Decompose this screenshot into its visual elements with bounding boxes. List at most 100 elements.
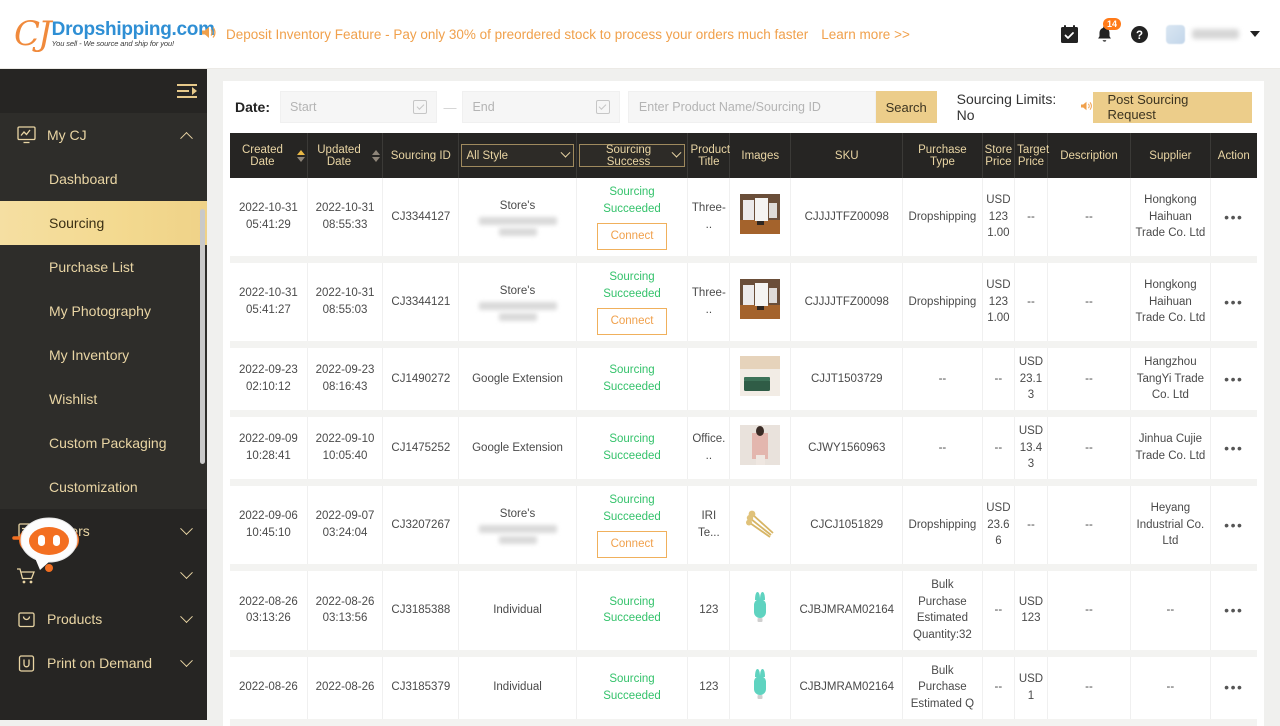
product-thumbnail[interactable] (740, 356, 780, 396)
cell-purchase-type: Bulk Purchase Estimated Quantity:32 (903, 568, 982, 654)
product-thumbnail[interactable] (740, 425, 780, 465)
sidebar-collapse-row (0, 69, 207, 113)
sidebar-group-my-cj[interactable]: My CJ (0, 113, 207, 157)
product-thumbnail[interactable] (740, 194, 780, 234)
table-row[interactable]: 2022-08-262022-08-26CJ3185379IndividualS… (230, 653, 1257, 722)
cell-sourcing-id: CJ1475252 (383, 414, 459, 483)
connect-button[interactable]: Connect (597, 223, 668, 250)
sidebar-group-cart[interactable] (0, 553, 207, 597)
table-row[interactable]: 2022-08-26 03:13:262022-08-26 03:13:56CJ… (230, 568, 1257, 654)
row-actions-button[interactable]: ••• (1224, 209, 1243, 225)
bell-icon[interactable]: 14 (1096, 25, 1113, 44)
sidebar-group-print-on-demand[interactable]: Print on Demand (0, 641, 207, 685)
column-updated-date[interactable]: Updated Date (307, 133, 382, 178)
column-sku: SKU (791, 133, 903, 178)
status-select[interactable]: Sourcing Success (579, 144, 686, 167)
cell-action[interactable]: ••• (1210, 653, 1257, 722)
user-menu[interactable] (1166, 25, 1260, 44)
clipboard-list-icon (16, 521, 36, 541)
chevron-down-icon[interactable] (180, 610, 193, 623)
brand-logo[interactable]: CJ Dropshipping.com You sell - We source… (0, 17, 200, 51)
table-row[interactable]: 2022-09-09 10:28:412022-09-10 10:05:40CJ… (230, 414, 1257, 483)
row-actions-button[interactable]: ••• (1224, 440, 1243, 456)
cell-supplier: Jinhua Cujie Trade Co. Ltd (1131, 414, 1210, 483)
sidebar-item-wishlist[interactable]: Wishlist (0, 377, 207, 421)
row-actions-button[interactable]: ••• (1224, 294, 1243, 310)
sidebar-item-customization[interactable]: Customization (0, 465, 207, 509)
chevron-down-icon[interactable] (180, 566, 193, 579)
cell-updated-date: 2022-08-26 03:13:56 (307, 568, 382, 654)
sidebar-group-label: Products (47, 611, 102, 627)
sidebar-item-my-inventory[interactable]: My Inventory (0, 333, 207, 377)
row-actions-button[interactable]: ••• (1224, 517, 1243, 533)
search-button[interactable]: Search (876, 91, 937, 123)
cell-action[interactable]: ••• (1210, 345, 1257, 414)
sidebar-group-orders[interactable]: Orders (0, 509, 207, 553)
cell-status: Sourcing Succeeded (576, 568, 688, 654)
calendar-check-icon[interactable] (1060, 25, 1079, 44)
sidebar-item-dashboard[interactable]: Dashboard (0, 157, 207, 201)
cell-description: -- (1047, 345, 1130, 414)
cell-action[interactable]: ••• (1210, 414, 1257, 483)
sort-toggle[interactable] (372, 150, 380, 162)
cell-description: -- (1047, 178, 1130, 260)
end-date-input[interactable]: End (462, 91, 619, 123)
cell-supplier: Hangzhou TangYi Trade Co. Ltd (1131, 345, 1210, 414)
row-actions-button[interactable]: ••• (1224, 679, 1243, 695)
cell-sku: CJCJ1051829 (791, 483, 903, 568)
cell-action[interactable]: ••• (1210, 568, 1257, 654)
chevron-up-icon[interactable] (180, 131, 193, 144)
sidebar-group-products[interactable]: Products (0, 597, 207, 641)
sidebar-item-sourcing[interactable]: Sourcing (0, 201, 207, 245)
sidebar-item-my-photography[interactable]: My Photography (0, 289, 207, 333)
monitor-chart-icon (16, 125, 36, 145)
connect-button[interactable]: Connect (597, 531, 668, 558)
learn-more-link[interactable]: Learn more >> (821, 27, 910, 42)
product-thumbnail[interactable] (740, 665, 780, 705)
column-created-date[interactable]: Created Date (230, 133, 307, 178)
column-label: Description (1060, 150, 1118, 162)
sort-toggle[interactable] (297, 150, 305, 162)
cell-description: -- (1047, 483, 1130, 568)
help-icon[interactable]: ? (1130, 25, 1149, 44)
cell-action[interactable]: ••• (1210, 178, 1257, 260)
start-date-input[interactable]: Start (280, 91, 437, 123)
chevron-down-icon[interactable] (180, 654, 193, 667)
cell-product-title (688, 345, 730, 414)
date-filter-label: Date: (235, 99, 270, 115)
cell-action[interactable]: ••• (1210, 260, 1257, 345)
sidebar-item-custom-packaging[interactable]: Custom Packaging (0, 421, 207, 465)
cell-store-price: -- (982, 345, 1015, 414)
column-images: Images (730, 133, 791, 178)
column-style-filter[interactable]: All Style (459, 133, 576, 178)
print-icon (16, 653, 36, 673)
chevron-down-icon[interactable] (180, 522, 193, 535)
cell-sourcing-id: CJ3207267 (383, 483, 459, 568)
cell-store-price: -- (982, 653, 1015, 722)
product-thumbnail[interactable] (740, 502, 780, 542)
speaker-icon[interactable] (1080, 100, 1093, 115)
collapse-sidebar-icon[interactable] (177, 84, 197, 99)
style-select[interactable]: All Style (461, 144, 573, 167)
keyword-search-input[interactable]: Enter Product Name/Sourcing ID (628, 91, 876, 123)
connect-button[interactable]: Connect (597, 308, 668, 335)
table-row[interactable]: 2022-09-06 10:45:102022-09-07 03:24:04CJ… (230, 483, 1257, 568)
cell-action[interactable]: ••• (1210, 483, 1257, 568)
row-actions-button[interactable]: ••• (1224, 371, 1243, 387)
product-thumbnail[interactable] (740, 279, 780, 319)
table-row[interactable]: 2022-09-23 02:10:122022-09-23 08:16:43CJ… (230, 345, 1257, 414)
sidebar-scrollbar[interactable] (200, 209, 205, 464)
cell-style: Store's (459, 178, 576, 260)
chevron-down-icon[interactable] (1250, 31, 1260, 37)
post-sourcing-request-button[interactable]: Post Sourcing Request (1093, 92, 1252, 123)
calendar-icon (596, 100, 610, 114)
cell-sku: CJJJJTFZ00098 (791, 260, 903, 345)
table-row[interactable]: 2022-10-31 05:41:272022-10-31 08:55:03CJ… (230, 260, 1257, 345)
table-header-row: Created Date Updated Date Sourcing ID (230, 133, 1257, 178)
column-status-filter[interactable]: Sourcing Success (576, 133, 688, 178)
cell-store-price: USD 1231.00 (982, 260, 1015, 345)
product-thumbnail[interactable] (740, 588, 780, 628)
sidebar-item-purchase-list[interactable]: Purchase List (0, 245, 207, 289)
row-actions-button[interactable]: ••• (1224, 602, 1243, 618)
table-row[interactable]: 2022-10-31 05:41:292022-10-31 08:55:33CJ… (230, 178, 1257, 260)
